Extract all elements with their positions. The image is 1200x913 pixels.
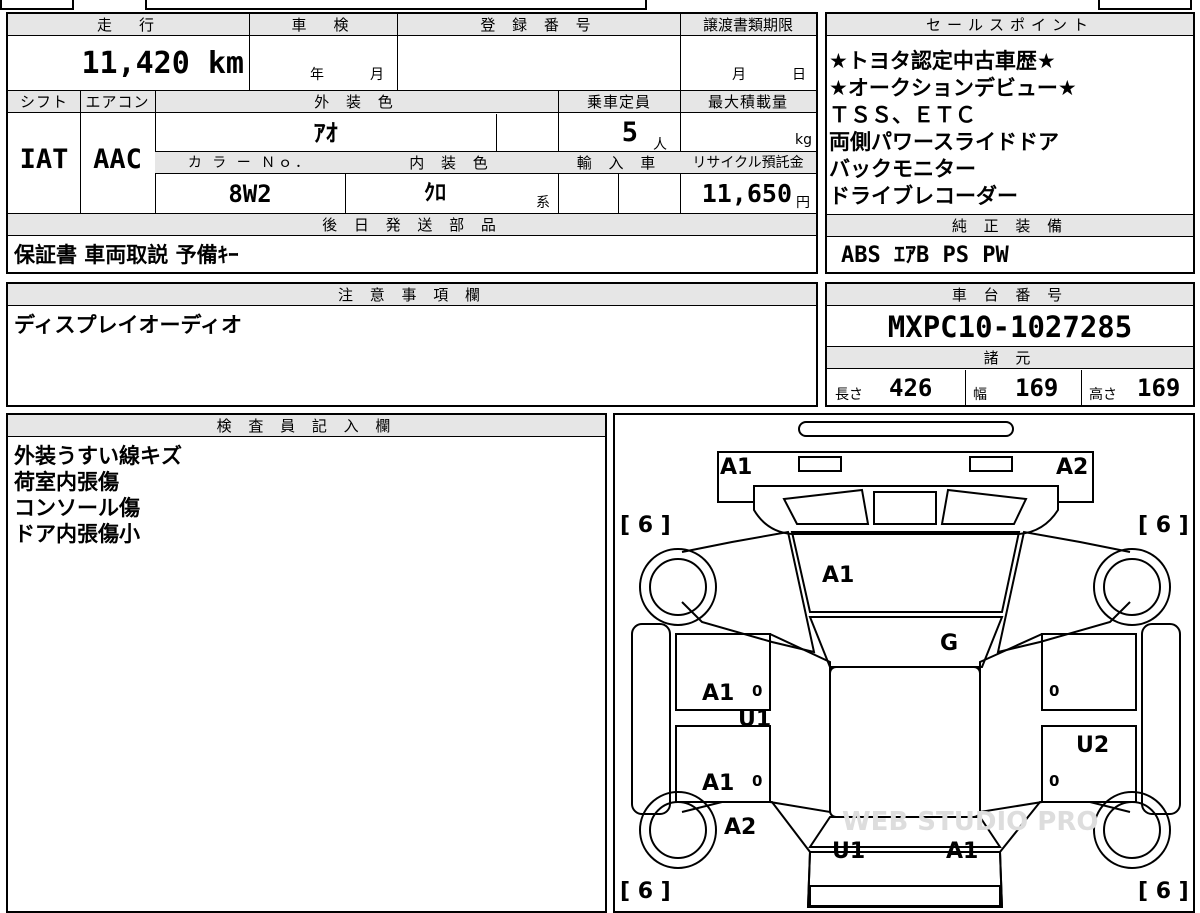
windshield-grade: G: [940, 631, 958, 656]
ac-label: エアコン: [85, 93, 150, 111]
inspector-note-line: 荷室内張傷: [14, 470, 119, 494]
tire-br-label: [ 6 ]: [1138, 879, 1189, 904]
hood-grade: A1: [822, 563, 854, 588]
transfer-day: 日: [792, 67, 806, 83]
capacity-value: 5: [621, 117, 638, 148]
front-door-left-num: 0: [752, 682, 762, 700]
interior-suffix: 系: [536, 195, 550, 211]
exterior-color-label: 外 装 色: [314, 93, 399, 111]
tire-bl-label: [ 6 ]: [620, 879, 671, 904]
inspector-box: 検 査 員 記 入 欄 外装うすい線キズ 荷室内張傷 コンソール傷 ドア内張傷小: [6, 413, 607, 913]
sales-point-line: ＴＳＳ、ＥＴＣ: [829, 103, 976, 127]
bumper-front-left-grade: A1: [720, 455, 752, 480]
vehicle-info-table: 走 行 車 検 登 録 番 号 譲渡書類期限 11,420 km 年 月 月 日…: [6, 12, 818, 274]
length-value: 426: [889, 374, 933, 402]
right-side-grade: U2: [1076, 733, 1109, 758]
sales-point-line: 両側パワースライドドア: [829, 130, 1059, 154]
height-label: 高さ: [1089, 387, 1117, 403]
ac-value: AAC: [93, 144, 142, 175]
recycle-fee: 11,650: [701, 179, 792, 208]
sales-point-line: ★オークションデビュー★: [829, 76, 1077, 100]
notes-text: ディスプレイオーディオ: [14, 313, 243, 337]
width-value: 169: [1015, 374, 1059, 402]
max-load-unit: kg: [795, 132, 812, 148]
watermark: WEB STUDIO PRO: [842, 807, 1098, 837]
color-no-label: カ ラ ー Ｎｏ．: [187, 155, 313, 171]
tire-tr-label: [ 6 ]: [1138, 513, 1189, 538]
interior-color-label: 内 装 色: [409, 154, 494, 172]
shift-label: シフト: [19, 93, 68, 111]
right-rear-num: 0: [1049, 772, 1059, 790]
notes-label: 注 意 事 項 欄: [337, 286, 487, 304]
exterior-color-value: ｱｵ: [313, 119, 338, 147]
sales-points-label: セールスポイント: [925, 16, 1094, 34]
recycle-unit: 円: [796, 195, 810, 211]
mileage-value: 11,420 km: [81, 46, 244, 81]
color-no-value: 8W2: [228, 180, 272, 208]
specs-label: 諸 元: [983, 349, 1037, 367]
bumper-front-right-grade: A2: [1056, 455, 1088, 480]
sales-point-line: ドライブレコーダー: [829, 184, 1018, 208]
right-front-num: 0: [1049, 682, 1059, 700]
front-door-left-grade: A1: [702, 681, 734, 706]
inspector-note-line: コンソール傷: [14, 496, 140, 520]
sales-point-line: ★トヨタ認定中古車歴★: [829, 49, 1056, 73]
width-label: 幅: [973, 387, 987, 403]
registration-label: 登 録 番 号: [480, 16, 597, 34]
interior-color-value: ｸﾛ: [423, 181, 446, 206]
tailgate-right-grade: A1: [946, 839, 978, 864]
sales-point-line: バックモニター: [829, 157, 976, 181]
import-label: 輸 入 車: [576, 154, 662, 172]
top-strip: [0, 0, 1200, 10]
tailgate-left-grade: U1: [832, 839, 865, 864]
delivery-items: 保証書 車両取説 予備ｷｰ: [14, 243, 239, 267]
sales-points-box: セールスポイント ★トヨタ認定中古車歴★ ★オークションデビュー★ ＴＳＳ、ＥＴＣ 両…: [825, 12, 1195, 274]
inspector-note-line: 外装うすい線キズ: [14, 444, 182, 468]
equipment-items: ABS ｴｱB PS PW: [841, 243, 1009, 268]
rear-door-left-grade: A1: [702, 771, 734, 796]
inspector-note-line: ドア内張傷小: [14, 522, 140, 546]
left-side-grade: U1: [738, 707, 771, 732]
inspector-label: 検 査 員 記 入 欄: [216, 417, 397, 435]
recycle-label: リサイクル預託金: [692, 155, 804, 171]
shift-value: IAT: [19, 144, 69, 175]
chassis-number: MXPC10-1027285: [887, 310, 1133, 344]
tire-tl-label: [ 6 ]: [620, 513, 671, 538]
chassis-label: 車 台 番 号: [951, 286, 1069, 304]
notes-box: 注 意 事 項 欄 ディスプレイオーディオ: [6, 282, 818, 407]
mileage-label: 走 行: [96, 16, 160, 34]
transfer-deadline-label: 譲渡書類期限: [702, 16, 793, 34]
car-diagram: [ 6 ] [ 6 ] [ 6 ] [ 6 ] A1 A2 A1 G A1 U1…: [620, 421, 1189, 908]
rear-fender-left-grade: A2: [724, 815, 756, 840]
height-value: 169: [1137, 374, 1181, 402]
inspection-label: 車 検: [291, 16, 355, 34]
transfer-month: 月: [732, 67, 746, 83]
max-load-label: 最大積載量: [707, 93, 788, 111]
rear-door-left-num: 0: [752, 772, 762, 790]
equipment-label: 純 正 装 備: [951, 217, 1069, 235]
chassis-box: 車 台 番 号 MXPC10-1027285 諸 元 長さ 426 幅 169 …: [825, 282, 1195, 407]
capacity-label: 乗車定員: [586, 93, 651, 111]
inspection-year: 年: [310, 67, 324, 83]
delivery-label: 後 日 発 送 部 品: [322, 216, 502, 234]
damage-diagram-box: [ 6 ] [ 6 ] [ 6 ] [ 6 ] A1 A2 A1 G A1 U1…: [613, 413, 1195, 913]
inspection-month: 月: [370, 67, 384, 83]
length-label: 長さ: [835, 387, 863, 403]
